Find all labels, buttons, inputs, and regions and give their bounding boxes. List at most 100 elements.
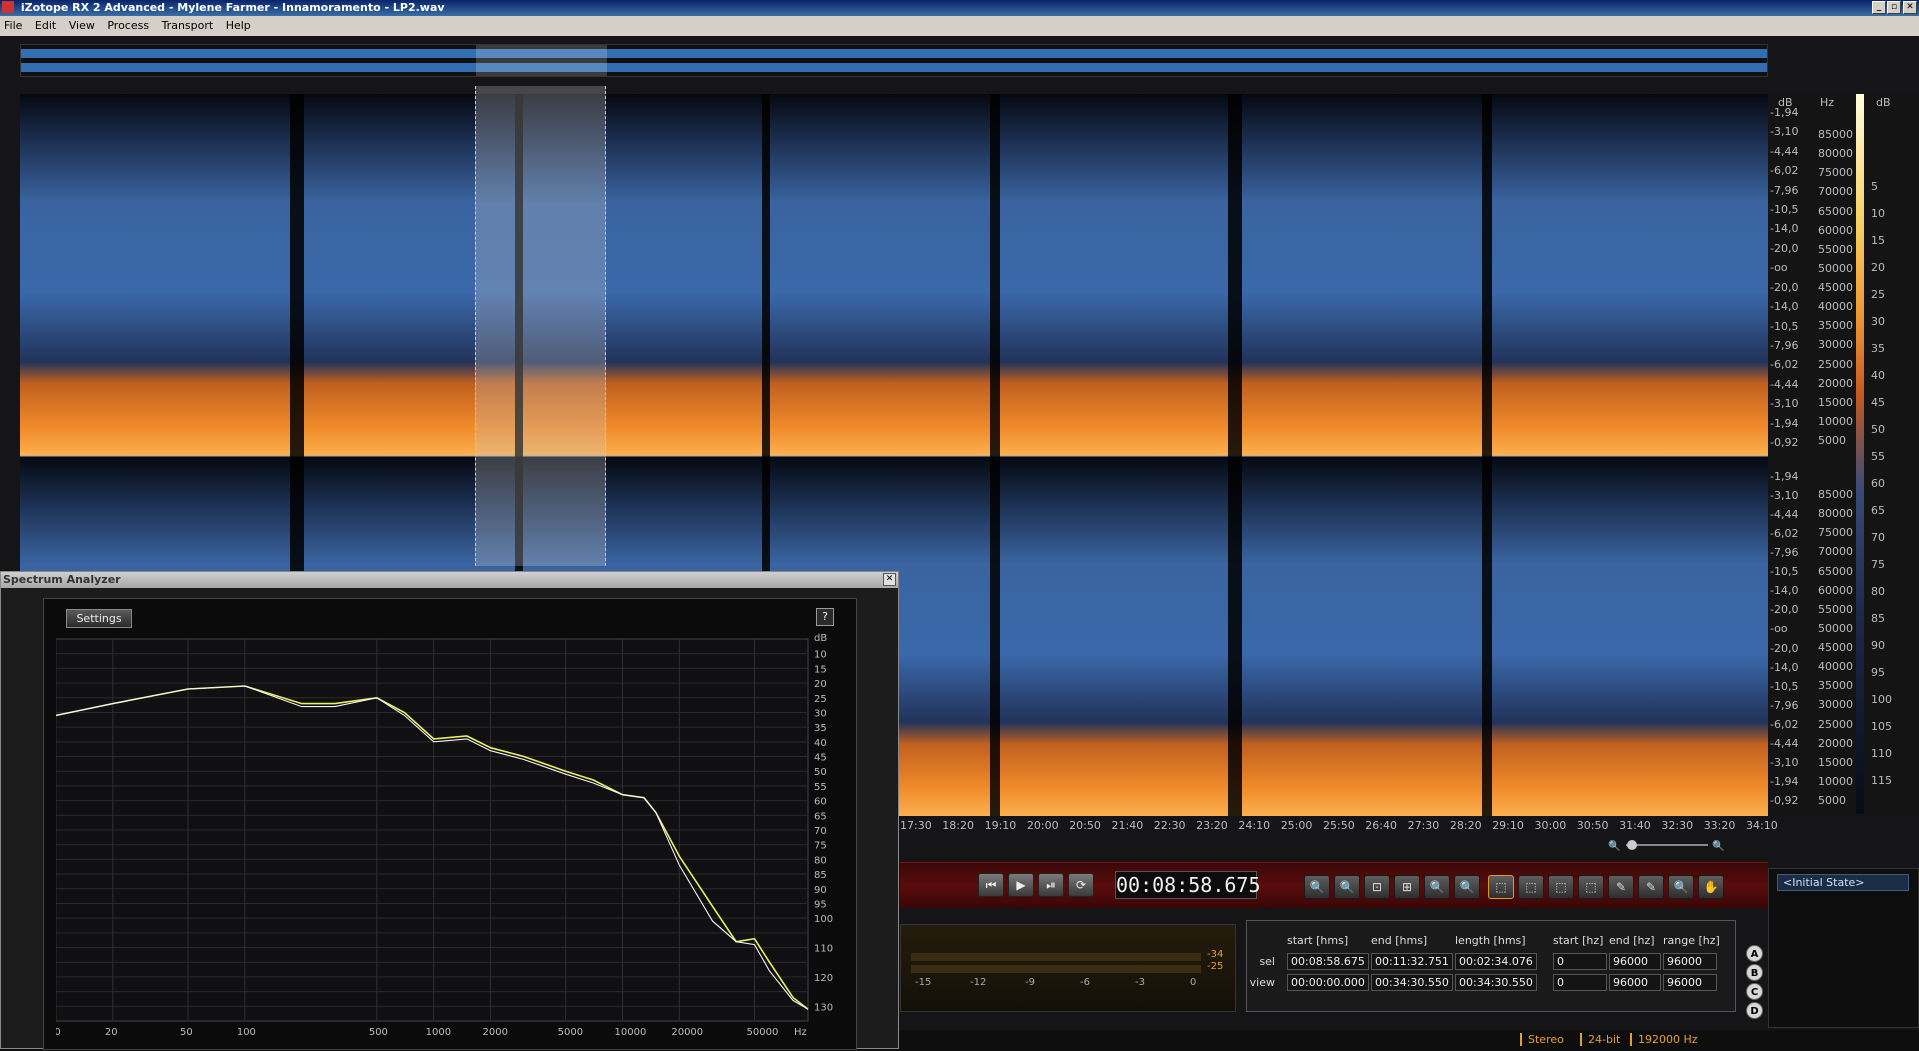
db-scale-label: -1,94 — [1770, 106, 1799, 119]
selection-cell[interactable]: 00:34:30.550 — [1455, 974, 1537, 991]
hz-scale-label: 10000 — [1818, 414, 1853, 428]
colorbar-header: dB — [1876, 96, 1891, 109]
hz-scale-label: 45000 — [1818, 641, 1853, 654]
snapshot-b-button[interactable]: B — [1746, 964, 1763, 981]
hz-scale-label: 45000 — [1818, 281, 1853, 294]
db-scale-label: -6,02 — [1770, 358, 1799, 372]
hz-tick-label: 10 — [56, 1027, 61, 1038]
freq-selection-tool[interactable]: ⬚ — [1548, 875, 1574, 899]
db-scale-label: -7,96 — [1770, 698, 1799, 712]
selection-cell[interactable]: 96000 — [1663, 953, 1717, 970]
play-button[interactable]: ▶ — [1008, 873, 1034, 897]
rewind-button[interactable]: ⏮ — [978, 873, 1004, 897]
zoom-selection-tool[interactable]: ⊡ — [1364, 875, 1390, 899]
selection-cell[interactable]: 96000 — [1609, 974, 1661, 991]
selection-cell[interactable]: 00:34:30.550 — [1371, 974, 1453, 991]
zoom-freq-tool[interactable]: 🔍 — [1454, 875, 1480, 899]
colorbar-label: 55 — [1871, 450, 1885, 463]
time-tick-label: 25:50 — [1323, 819, 1355, 832]
settings-button[interactable]: Settings — [66, 609, 132, 628]
hz-scale-label: 5000 — [1818, 434, 1846, 447]
brush-tool[interactable]: ✎ — [1608, 875, 1634, 899]
status-samplerate: 192000 Hz — [1630, 1033, 1698, 1046]
meter-bar-right — [911, 965, 1201, 973]
time-selection[interactable] — [475, 86, 606, 566]
selection-cell[interactable]: 0 — [1553, 953, 1607, 970]
window-title: iZotope RX 2 Advanced - Mylene Farmer - … — [20, 1, 445, 14]
colorbar-label: 25 — [1871, 288, 1885, 301]
selection-cell[interactable]: 96000 — [1609, 953, 1661, 970]
db-scale-label: -7,96 — [1770, 338, 1799, 352]
loop-button[interactable]: ⟳ — [1068, 873, 1094, 897]
menu-process[interactable]: Process — [107, 19, 149, 32]
db-tick-label: 85 — [814, 870, 827, 881]
close-window-button[interactable]: ✕ — [1903, 1, 1917, 14]
rect-selection-tool[interactable]: ⬚ — [1518, 875, 1544, 899]
db-tick-label: 65 — [814, 811, 827, 822]
menu-edit[interactable]: Edit — [35, 19, 56, 32]
selection-cell[interactable]: 00:00:00.000 — [1287, 974, 1369, 991]
db-scale-label: -6,02 — [1770, 164, 1799, 178]
scale-panel: dB Hz dB -1,94 -3,10 -4,44 -6,02 -7,96 -10,5-… — [1768, 94, 1919, 816]
hz-scale-label: 60000 — [1818, 583, 1853, 597]
selection-cell[interactable]: 00:08:58.675 — [1287, 953, 1369, 970]
horizontal-zoom-slider[interactable]: 🔍 🔍 — [1608, 838, 1728, 852]
snapshot-d-button[interactable]: D — [1746, 1002, 1763, 1019]
zoom-full-tool[interactable]: ⊞ — [1394, 875, 1420, 899]
db-scale-label: -oo — [1770, 261, 1788, 275]
selection-cell[interactable]: 0 — [1553, 974, 1607, 991]
row-label-view: view — [1249, 976, 1275, 989]
menu-help[interactable]: Help — [226, 19, 251, 32]
colorbar-label: 115 — [1871, 774, 1892, 787]
snapshot-a-button[interactable]: A — [1746, 945, 1763, 962]
colorbar-label: 75 — [1871, 558, 1885, 571]
zoom-out-tool[interactable]: 🔍 — [1334, 875, 1360, 899]
maximize-button[interactable]: ▫ — [1887, 1, 1901, 14]
selection-cell[interactable]: 96000 — [1663, 974, 1717, 991]
hz-tick-label: 10000 — [615, 1027, 647, 1038]
db-scale-label: -3,10 — [1770, 489, 1799, 503]
undo-history-panel: <Initial State> — [1768, 868, 1919, 1028]
db-scale-label: -4,44 — [1770, 508, 1799, 522]
time-selection-tool[interactable]: ⬚ — [1488, 875, 1514, 899]
hz-scale-label: 5000 — [1818, 794, 1846, 807]
hand-tool[interactable]: ✋ — [1698, 875, 1724, 899]
lasso-tool[interactable]: ⬚ — [1578, 875, 1604, 899]
hz-scale-label: 70000 — [1818, 545, 1853, 559]
db-tick-label: 20 — [814, 679, 827, 690]
db-scale-label: -6,02 — [1770, 527, 1799, 541]
wand-tool[interactable]: ✎ — [1638, 875, 1664, 899]
snapshot-c-button[interactable]: C — [1746, 983, 1763, 1000]
spectrum-analyzer-title: Spectrum Analyzer ✕ — [1, 572, 898, 588]
analyzer-close-button[interactable]: ✕ — [883, 573, 896, 586]
menu-view[interactable]: View — [69, 19, 95, 32]
spectrum-analyzer-window[interactable]: Spectrum Analyzer ✕ Settings ? 10 15 20 25 3… — [0, 571, 899, 1050]
overview-waveform[interactable] — [20, 44, 1768, 77]
menu-file[interactable]: File — [4, 19, 22, 32]
db-scale-label: -20,0 — [1770, 280, 1799, 294]
history-item[interactable]: <Initial State> — [1777, 874, 1909, 891]
zoom-time-tool[interactable]: 🔍 — [1424, 875, 1450, 899]
selection-cell[interactable]: 00:02:34.076 — [1455, 953, 1537, 970]
hz-scale-label: 70000 — [1818, 185, 1853, 199]
db-tick-label: 15 — [814, 664, 827, 675]
db-scale-label: -7,96 — [1770, 183, 1799, 197]
time-tick-label: 21:40 — [1111, 819, 1144, 832]
colorbar-label: 40 — [1871, 369, 1885, 382]
timecode-display: 00:08:58.675 — [1115, 871, 1261, 899]
time-tick-label: 27:30 — [1407, 819, 1440, 832]
hz-scale-label: 50000 — [1818, 621, 1853, 635]
meter-tick-label: -15 — [915, 977, 932, 988]
db-scale-label: -10,5 — [1770, 679, 1799, 693]
play-selection-button[interactable]: ⏯ — [1038, 873, 1064, 897]
help-button[interactable]: ? — [816, 608, 834, 626]
selection-cell[interactable]: 00:11:32.751 — [1371, 953, 1453, 970]
db-scale-label: -20,0 — [1770, 641, 1799, 655]
zoom-in-tool[interactable]: 🔍 — [1304, 875, 1330, 899]
zoom-tool[interactable]: 🔍 — [1668, 875, 1694, 899]
menu-transport[interactable]: Transport — [162, 19, 214, 32]
time-tick-label: 29:10 — [1492, 819, 1524, 832]
minimize-button[interactable]: _ — [1872, 1, 1886, 14]
hz-scale-label: 30000 — [1818, 698, 1853, 712]
hz-tick-label: Hz — [794, 1027, 807, 1038]
